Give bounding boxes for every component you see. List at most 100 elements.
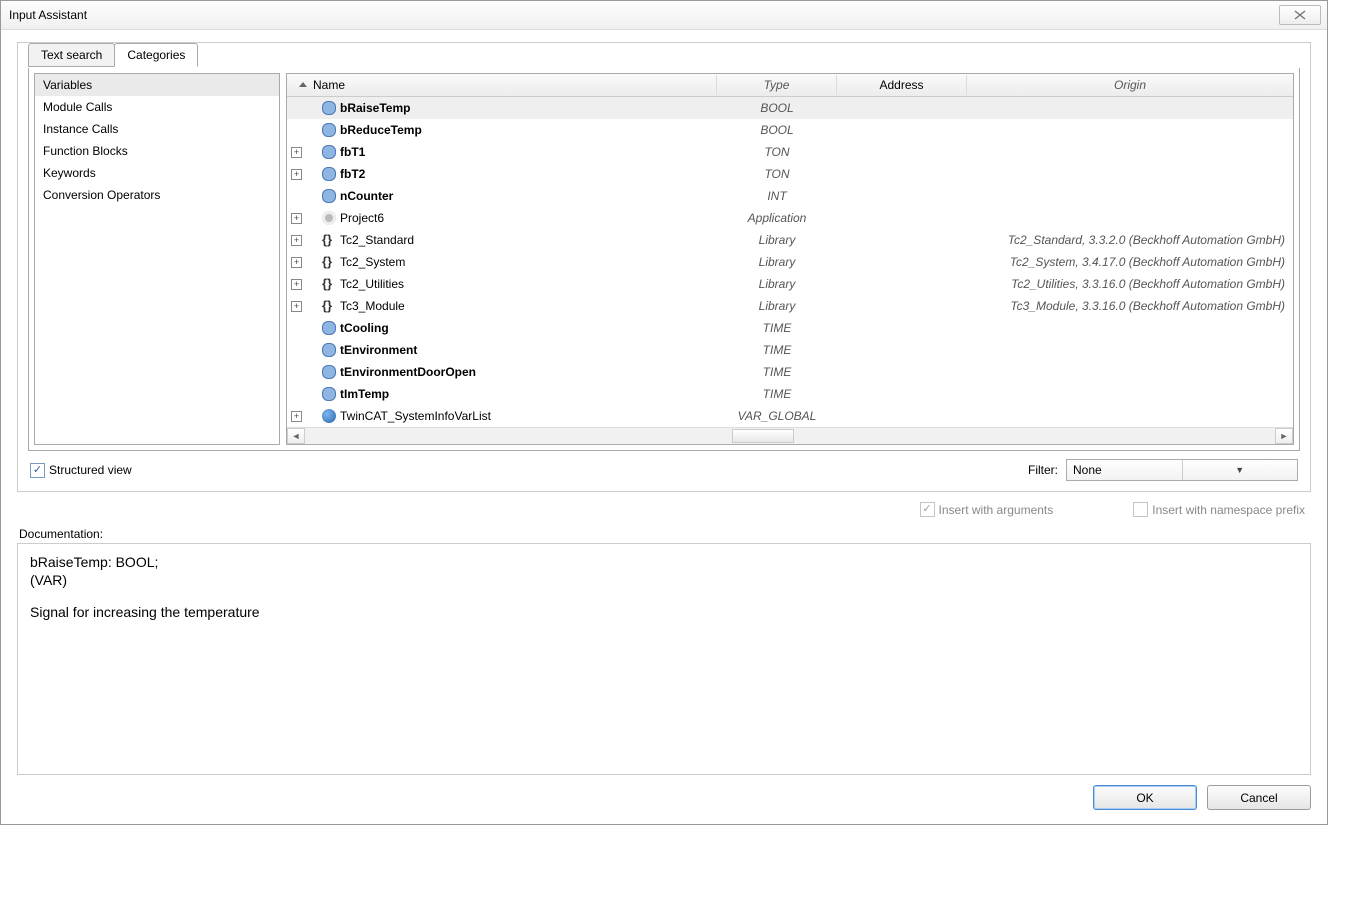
close-button[interactable] [1279,5,1321,25]
table-row[interactable]: + Project6 Application [287,207,1293,229]
expand-icon[interactable]: + [291,147,302,158]
scroll-track[interactable] [305,429,1275,443]
titlebar[interactable]: Input Assistant [1,1,1327,30]
cell-type: TIME [717,387,837,401]
cell-name-text: tEnvironmentDoorOpen [340,365,476,379]
table-row[interactable]: +tEnvironmentDoorOpenTIME [287,361,1293,383]
tab-categories[interactable]: Categories [114,43,198,67]
cancel-button[interactable]: Cancel [1207,785,1311,810]
expand-icon[interactable]: + [291,235,302,246]
expand-icon[interactable]: + [291,213,302,224]
cell-type: Application [717,211,837,225]
insert-with-namespace-checkbox [1133,502,1148,517]
cell-name-text: bRaiseTemp [340,101,410,115]
filter-value: None [1067,463,1182,477]
cell-name: +{}Tc2_System [287,255,717,269]
col-header-address[interactable]: Address [837,75,967,95]
cell-name-text: Tc2_System [340,255,405,269]
cell-name-text: nCounter [340,189,393,203]
table-row[interactable]: +TwinCAT_SystemInfoVarListVAR_GLOBAL [287,405,1293,427]
window-title: Input Assistant [7,8,1279,22]
table-row[interactable]: + nCounter INT [287,185,1293,207]
cell-name: + nCounter [287,189,717,203]
scroll-left-button[interactable]: ◄ [287,428,305,444]
col-header-name[interactable]: Name [287,75,717,95]
documentation-box[interactable]: bRaiseTemp: BOOL; (VAR) Signal for incre… [17,543,1311,775]
insert-with-arguments-label: Insert with arguments [939,503,1054,517]
expand-placeholder: + [291,367,302,378]
variable-icon [322,387,336,401]
cell-name: + bRaiseTemp [287,101,717,115]
sort-ascending-icon [299,82,307,87]
col-header-type[interactable]: Type [717,75,837,95]
expand-icon[interactable]: + [291,257,302,268]
table-row[interactable]: + bRaiseTemp BOOL [287,97,1293,119]
variable-list: Name Type Address Origin + bRaiseTemp BOOL… [286,73,1294,445]
cell-name: +{}Tc2_Standard [287,233,717,247]
sidebar-item[interactable]: Module Calls [35,96,279,118]
variable-icon [322,145,336,159]
expand-placeholder: + [291,191,302,202]
sidebar-item[interactable]: Conversion Operators [35,184,279,206]
cell-name-text: Project6 [340,211,384,225]
cell-name: + Project6 [287,211,717,225]
table-row[interactable]: +{}Tc2_SystemLibraryTc2_System, 3.4.17.0… [287,251,1293,273]
scroll-right-button[interactable]: ► [1275,428,1293,444]
expand-placeholder: + [291,103,302,114]
table-row[interactable]: +{}Tc3_ModuleLibraryTc3_Module, 3.3.16.0… [287,295,1293,317]
library-icon: {} [322,278,336,290]
cell-name-text: bReduceTemp [340,123,422,137]
cell-type: Library [717,299,837,313]
expand-icon[interactable]: + [291,301,302,312]
col-header-name-label: Name [313,78,345,92]
filter-combo[interactable]: None ▼ [1066,459,1298,481]
variable-icon [322,321,336,335]
cell-name: +tCooling [287,321,717,335]
sidebar-item[interactable]: Keywords [35,162,279,184]
cell-type: BOOL [717,123,837,137]
cell-name-text: tImTemp [340,387,389,401]
cell-type: TIME [717,343,837,357]
cell-name: +bReduceTemp [287,123,717,137]
table-row[interactable]: +{}Tc2_StandardLibraryTc2_Standard, 3.3.… [287,229,1293,251]
table-row[interactable]: + fbT2 TON [287,163,1293,185]
table-row[interactable]: +{}Tc2_UtilitiesLibraryTc2_Utilities, 3.… [287,273,1293,295]
cell-name: +tEnvironment [287,343,717,357]
cell-name: + fbT1 [287,145,717,159]
horizontal-scrollbar[interactable]: ◄ ► [287,427,1293,444]
dropdown-icon: ▼ [1182,460,1298,480]
expand-icon[interactable]: + [291,411,302,422]
cell-name-text: fbT1 [340,145,365,159]
category-sidebar: VariablesModule CallsInstance CallsFunct… [34,73,280,445]
tab-text-search[interactable]: Text search [28,43,115,67]
cell-type: INT [717,189,837,203]
sidebar-item[interactable]: Variables [35,74,279,96]
sidebar-item[interactable]: Instance Calls [35,118,279,140]
expand-icon[interactable]: + [291,169,302,180]
expand-icon[interactable]: + [291,279,302,290]
table-row[interactable]: +tImTempTIME [287,383,1293,405]
scroll-thumb[interactable] [732,429,794,443]
gear-icon [322,211,336,225]
table-row[interactable]: +fbT1TON [287,141,1293,163]
cell-type: BOOL [717,101,837,115]
cell-name-text: TwinCAT_SystemInfoVarList [340,409,491,423]
sidebar-item[interactable]: Function Blocks [35,140,279,162]
expand-placeholder: + [291,345,302,356]
cell-type: TIME [717,321,837,335]
structured-view-checkbox[interactable] [30,463,45,478]
cell-type: Library [717,255,837,269]
cell-type: TON [717,167,837,181]
col-header-origin[interactable]: Origin [967,75,1293,95]
cell-name-text: fbT2 [340,167,365,181]
cell-name-text: Tc3_Module [340,299,405,313]
table-row[interactable]: +tCoolingTIME [287,317,1293,339]
cell-name: + fbT2 [287,167,717,181]
documentation-line3: Signal for increasing the temperature [30,604,1298,620]
cell-name: +{}Tc3_Module [287,299,717,313]
table-row[interactable]: +bReduceTempBOOL [287,119,1293,141]
ok-button[interactable]: OK [1093,785,1197,810]
documentation-label: Documentation: [17,521,1311,543]
cell-name-text: Tc2_Utilities [340,277,404,291]
table-row[interactable]: +tEnvironmentTIME [287,339,1293,361]
